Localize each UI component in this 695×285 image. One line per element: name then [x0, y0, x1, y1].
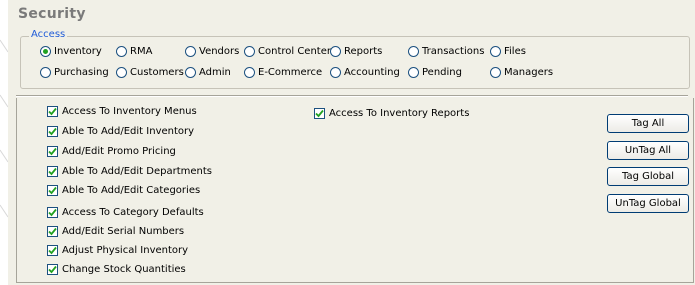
radio-indicator — [40, 45, 51, 57]
checkbox-label: Access To Inventory Reports — [329, 107, 470, 119]
untag-all-button[interactable]: UnTag All — [607, 141, 689, 160]
checkbox-category-defaults[interactable]: Access To Category Defaults — [47, 205, 204, 219]
checkmark-icon — [48, 107, 57, 115]
checkbox-add-edit-serial-numbers[interactable]: Add/Edit Serial Numbers — [47, 224, 184, 238]
radio-label: E-Commerce — [258, 66, 323, 78]
radio-control-center[interactable]: Control Center — [244, 44, 331, 58]
radio-selected-dot — [43, 48, 48, 54]
radio-indicator — [330, 66, 341, 78]
page-title: Security — [18, 6, 86, 22]
radio-purchasing[interactable]: Purchasing — [40, 65, 109, 79]
tag-global-button[interactable]: Tag Global — [607, 167, 689, 186]
radio-inventory[interactable]: Inventory — [40, 44, 102, 58]
checkbox-label: Add/Edit Promo Pricing — [62, 145, 176, 157]
radio-label: Transactions — [422, 45, 485, 57]
radio-indicator — [490, 45, 501, 57]
access-group: Access Inventory RMA Vendors Control Cen… — [20, 29, 690, 89]
checkbox-label: Access To Inventory Menus — [62, 105, 197, 117]
radio-label: Purchasing — [54, 66, 109, 78]
checkmark-icon — [48, 147, 57, 155]
checkmark-icon — [48, 265, 57, 273]
checkbox-add-edit-categories[interactable]: Able To Add/Edit Categories — [47, 183, 200, 197]
radio-label: Admin — [199, 66, 231, 78]
radio-managers[interactable]: Managers — [490, 65, 553, 79]
checkbox-add-edit-promo-pricing[interactable]: Add/Edit Promo Pricing — [47, 144, 176, 158]
checkbox-label: Add/Edit Serial Numbers — [62, 225, 185, 237]
checkbox-box — [314, 107, 325, 119]
radio-label: Vendors — [199, 45, 240, 57]
checkbox-box — [47, 125, 58, 137]
radio-label: Customers — [130, 66, 184, 78]
radio-transactions[interactable]: Transactions — [408, 44, 484, 58]
radio-indicator — [116, 45, 127, 57]
checkbox-box — [47, 263, 58, 275]
radio-reports[interactable]: Reports — [330, 44, 382, 58]
radio-files[interactable]: Files — [490, 44, 526, 58]
checkbox-change-stock-quantities[interactable]: Change Stock Quantities — [47, 262, 186, 276]
checkbox-label: Able To Add/Edit Departments — [62, 165, 212, 177]
checkbox-box — [47, 145, 58, 157]
radio-indicator — [185, 45, 196, 57]
checkbox-box — [47, 184, 58, 196]
radio-customers[interactable]: Customers — [116, 65, 184, 79]
checkmark-icon — [48, 186, 57, 194]
radio-indicator — [490, 66, 501, 78]
checkbox-adjust-physical-inventory[interactable]: Adjust Physical Inventory — [47, 243, 188, 257]
untag-global-button[interactable]: UnTag Global — [607, 194, 689, 213]
checkbox-label: Able To Add/Edit Categories — [62, 184, 201, 196]
checkbox-box — [47, 105, 58, 117]
radio-label: Inventory — [54, 45, 102, 57]
checkbox-add-edit-departments[interactable]: Able To Add/Edit Departments — [47, 164, 212, 178]
checkbox-access-inventory-menus[interactable]: Access To Inventory Menus — [47, 104, 197, 118]
radio-indicator — [40, 66, 51, 78]
checkbox-label: Change Stock Quantities — [62, 263, 186, 275]
checkbox-box — [47, 244, 58, 256]
radio-label: Accounting — [344, 66, 400, 78]
tag-all-button[interactable]: Tag All — [607, 114, 689, 133]
checkmark-icon — [48, 208, 57, 216]
checkbox-access-inventory-reports[interactable]: Access To Inventory Reports — [314, 106, 469, 120]
radio-indicator — [330, 45, 341, 57]
radio-indicator — [116, 66, 127, 78]
radio-admin[interactable]: Admin — [185, 65, 231, 79]
radio-label: Pending — [422, 66, 462, 78]
radio-rma[interactable]: RMA — [116, 44, 152, 58]
section-divider — [16, 95, 688, 97]
checkbox-label: Able To Add/Edit Inventory — [62, 125, 195, 137]
radio-label: Reports — [344, 45, 383, 57]
radio-label: Control Center — [258, 45, 331, 57]
radio-indicator — [185, 66, 196, 78]
radio-vendors[interactable]: Vendors — [185, 44, 239, 58]
radio-label: RMA — [130, 45, 153, 57]
checkmark-icon — [315, 109, 324, 117]
radio-accounting[interactable]: Accounting — [330, 65, 400, 79]
radio-indicator — [408, 66, 419, 78]
checkbox-add-edit-inventory[interactable]: Able To Add/Edit Inventory — [47, 124, 194, 138]
permissions-panel: Access To Inventory Menus Able To Add/Ed… — [16, 98, 694, 283]
checkbox-box — [47, 165, 58, 177]
radio-indicator — [244, 45, 255, 57]
checkmark-icon — [48, 127, 57, 135]
checkbox-label: Adjust Physical Inventory — [62, 244, 189, 256]
radio-indicator — [244, 66, 255, 78]
security-panel: Security Access Inventory RMA Vendors Co… — [8, 0, 695, 285]
checkbox-box — [47, 206, 58, 218]
radio-label: Managers — [504, 66, 554, 78]
radio-e-commerce[interactable]: E-Commerce — [244, 65, 322, 79]
checkmark-icon — [48, 167, 57, 175]
radio-indicator — [408, 45, 419, 57]
checkmark-icon — [48, 227, 57, 235]
checkmark-icon — [48, 246, 57, 254]
checkbox-box — [47, 225, 58, 237]
checkbox-label: Access To Category Defaults — [62, 206, 204, 218]
access-legend: Access — [29, 29, 68, 40]
radio-pending[interactable]: Pending — [408, 65, 462, 79]
radio-label: Files — [504, 45, 526, 57]
